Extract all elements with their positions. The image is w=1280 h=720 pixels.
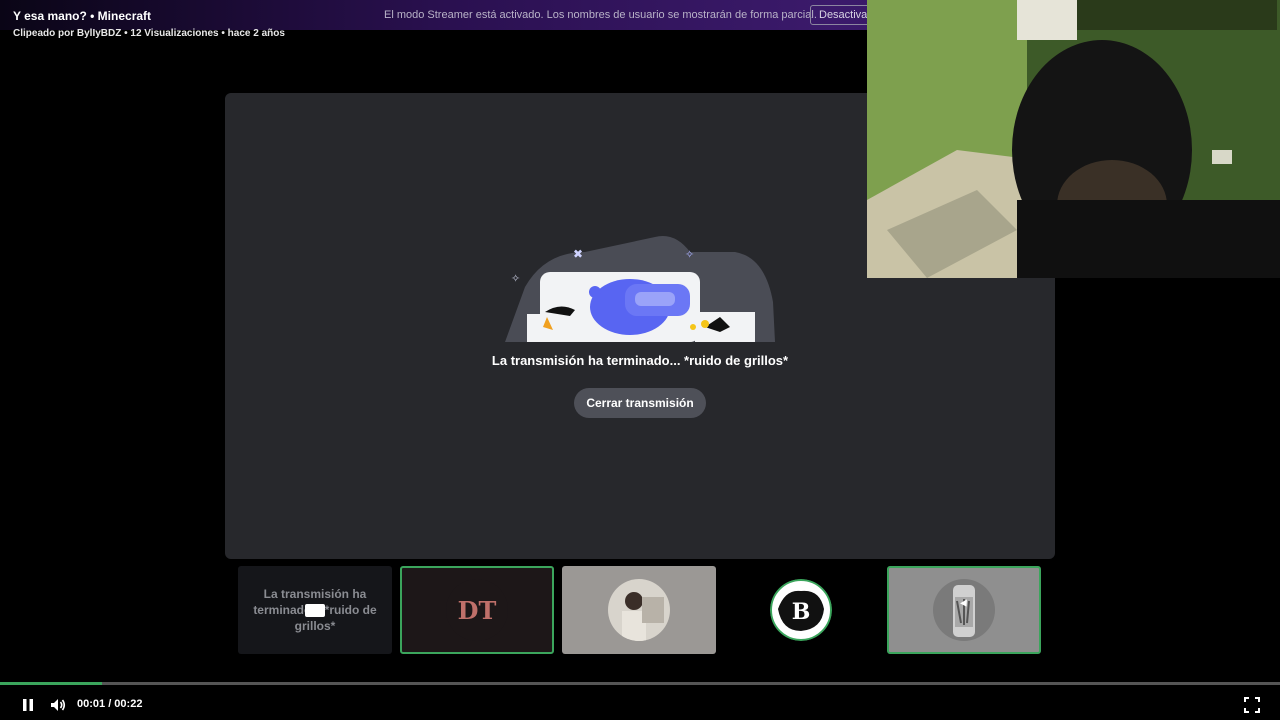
participant-tile-person[interactable] (562, 566, 716, 654)
time-display: 00:01 / 00:22 (77, 698, 143, 710)
progress-track[interactable] (0, 682, 1280, 685)
clip-meta: Clipeado por BylIyBDZ • 12 Visualizacion… (13, 28, 285, 39)
clip-title: Y esa mano? • Minecraft (13, 9, 152, 23)
can-photo-avatar (933, 579, 995, 641)
fullscreen-icon[interactable] (1244, 697, 1260, 713)
person-photo-avatar (608, 579, 670, 641)
close-stream-button[interactable]: Cerrar transmisión (574, 388, 706, 418)
participant-tile-can[interactable] (887, 566, 1041, 654)
volume-icon[interactable] (50, 697, 66, 713)
pause-icon[interactable] (20, 697, 36, 713)
b-logo-avatar: B (770, 579, 832, 641)
svg-text:✧: ✧ (685, 248, 694, 261)
participant-tile-b[interactable]: B (724, 566, 878, 654)
svg-text:DT: DT (458, 596, 497, 625)
video-camera-icon (305, 604, 325, 617)
svg-text:✖: ✖ (573, 247, 583, 261)
svg-text:✧: ✧ (511, 272, 520, 285)
progress-fill (0, 682, 103, 685)
stream-ended-illustration: ✖ ✧ ✧ (505, 236, 775, 342)
svg-text:B: B (792, 599, 811, 625)
streamer-mode-message: El modo Streamer está activado. Los nomb… (384, 9, 817, 21)
player-controls: 00:01 / 00:22 (0, 690, 1280, 720)
participant-tile-dt[interactable]: DT (400, 566, 554, 654)
webcam-overlay (867, 0, 1280, 278)
dt-logo-avatar: DT (446, 579, 508, 641)
stream-ended-message: La transmisión ha terminado... *ruido de… (491, 353, 789, 368)
participant-tile-ended-stream[interactable]: La transmisión ha terminado... *ruido de… (238, 566, 392, 654)
